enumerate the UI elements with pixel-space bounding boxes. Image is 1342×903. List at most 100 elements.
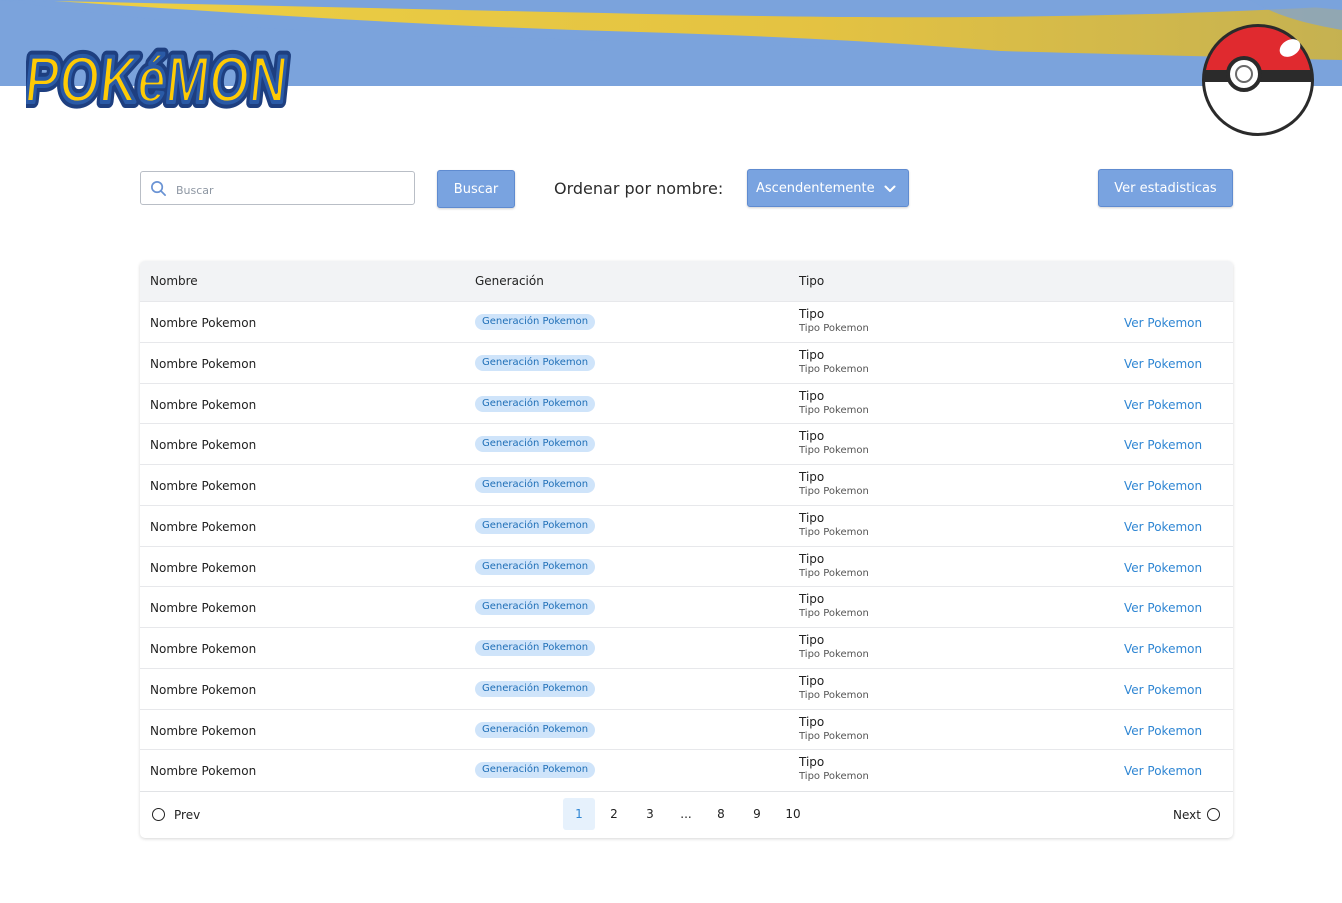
table-row: Nombre Pokemon Generación Pokemon Tipo Tipo… — [140, 504, 1233, 545]
next-radio-icon[interactable] — [1207, 808, 1220, 821]
pokemon-name: Nombre Pokemon — [150, 438, 257, 453]
generation-badge: Generación Pokemon — [475, 762, 596, 779]
type-value: Tipo Pokemon — [799, 363, 869, 375]
page-ellipsis: ... — [680, 807, 692, 821]
view-pokemon-link[interactable]: Ver Pokemon — [1124, 438, 1202, 452]
pokemon-name: Nombre Pokemon — [150, 316, 257, 330]
logo-text: POKéMON — [26, 43, 291, 117]
stats-button[interactable]: Ver estadisticas — [1098, 169, 1233, 207]
type-value: Tipo Pokemon — [799, 730, 869, 742]
table-header: Nombre Generación Tipo — [140, 261, 1233, 301]
view-pokemon-link[interactable]: Ver Pokemon — [1124, 357, 1202, 371]
pokemon-name: Nombre Pokemon — [150, 479, 257, 493]
pokemon-name: Nombre Pokemon — [150, 764, 257, 779]
pokemon-name: Nombre Pokemon — [150, 642, 257, 656]
pokemon-table: Nombre Generación Tipo Nombre Pokemon Gen… — [140, 261, 1233, 838]
view-pokemon-link[interactable]: Ver Pokemon — [1124, 479, 1202, 493]
pokemon-logo: POKéMON POKéMON — [15, 16, 306, 126]
column-header-type: Tipo — [799, 274, 825, 288]
view-pokemon-link[interactable]: Ver Pokemon — [1124, 561, 1202, 575]
next-button[interactable]: Next — [1173, 808, 1201, 822]
type-value: Tipo Pokemon — [799, 689, 869, 701]
search-field[interactable] — [140, 171, 415, 205]
view-pokemon-link[interactable]: Ver Pokemon — [1124, 520, 1202, 534]
page-button-8[interactable]: 8 — [705, 798, 737, 830]
pokemon-name: Nombre Pokemon — [150, 519, 257, 534]
type-value: Tipo Pokemon — [799, 445, 869, 457]
table-row: Nombre Pokemon Generación Pokemon Tipo Tipo… — [140, 545, 1233, 586]
pokemon-name: Nombre Pokemon — [150, 682, 257, 697]
pokemon-name: Nombre Pokemon — [150, 397, 257, 412]
view-pokemon-link[interactable]: Ver Pokemon — [1124, 724, 1202, 738]
type-value: Tipo Pokemon — [799, 608, 869, 620]
type-label: Tipo — [799, 307, 825, 321]
generation-badge: Generación Pokemon — [475, 436, 596, 453]
table-row: Nombre Pokemon Generación Pokemon Tipo Tipo… — [140, 382, 1233, 423]
table-row: Nombre Pokemon Generación Pokemon Tipo Tipo… — [140, 423, 1233, 463]
type-value: Tipo Pokemon — [799, 649, 869, 660]
column-header-generation: Generación — [475, 274, 544, 288]
type-value: Tipo Pokemon — [799, 404, 869, 416]
prev-radio-icon[interactable] — [152, 808, 165, 821]
sort-label: Ordenar por nombre: — [554, 179, 724, 198]
type-value: Tipo Pokemon — [799, 771, 869, 783]
toolbar: Buscar Ordenar por nombre: Ascendentemen… — [140, 169, 1233, 209]
generation-badge: Generación Pokemon — [475, 354, 596, 371]
type-label: Tipo — [799, 673, 825, 688]
column-header-name: Nombre — [150, 274, 198, 288]
view-pokemon-link[interactable]: Ver Pokemon — [1124, 316, 1202, 330]
view-pokemon-link[interactable]: Ver Pokemon — [1124, 642, 1202, 656]
pokemon-name: Nombre Pokemon — [150, 356, 257, 371]
prev-button[interactable]: Prev — [174, 808, 200, 822]
pokemon-name: Nombre Pokemon — [150, 601, 257, 616]
generation-badge: Generación Pokemon — [475, 314, 596, 330]
table-row: Nombre Pokemon Generación Pokemon Tipo Tipo… — [140, 341, 1233, 382]
sort-select[interactable]: Ascendentemente — [747, 169, 909, 207]
generation-badge: Generación Pokemon — [475, 517, 596, 534]
search-icon — [151, 181, 166, 196]
page-button-9[interactable]: 9 — [741, 798, 773, 830]
type-label: Tipo — [799, 510, 825, 525]
type-label: Tipo — [799, 551, 825, 566]
pokemon-name: Nombre Pokemon — [150, 560, 257, 575]
view-pokemon-link[interactable]: Ver Pokemon — [1124, 764, 1202, 778]
generation-badge: Generación Pokemon — [475, 395, 596, 412]
type-label: Tipo — [799, 347, 825, 362]
type-label: Tipo — [799, 429, 825, 444]
type-label: Tipo — [799, 755, 825, 770]
generation-badge: Generación Pokemon — [475, 599, 596, 616]
table-row: Nombre Pokemon Generación Pokemon Tipo Tipo… — [140, 464, 1233, 504]
generation-badge: Generación Pokemon — [475, 680, 596, 697]
page-button-3[interactable]: 3 — [634, 798, 666, 830]
sort-selected-value: Ascendentemente — [756, 180, 875, 196]
view-pokemon-link[interactable]: Ver Pokemon — [1124, 601, 1202, 615]
generation-badge: Generación Pokemon — [475, 558, 596, 575]
type-label: Tipo — [799, 470, 825, 484]
generation-badge: Generación Pokemon — [475, 477, 596, 493]
page-button-1[interactable]: 1 — [563, 798, 595, 830]
generation-badge: Generación Pokemon — [475, 640, 596, 656]
page-button-10[interactable]: 10 — [777, 798, 809, 830]
type-value: Tipo Pokemon — [799, 486, 869, 497]
pokemon-name: Nombre Pokemon — [150, 723, 257, 738]
page-button-2[interactable]: 2 — [598, 798, 630, 830]
view-pokemon-link[interactable]: Ver Pokemon — [1124, 683, 1202, 697]
type-value: Tipo Pokemon — [799, 526, 869, 538]
table-row: Nombre Pokemon Generación Pokemon Tipo Tipo… — [140, 667, 1233, 708]
generation-badge: Generación Pokemon — [475, 721, 596, 738]
type-label: Tipo — [799, 388, 825, 403]
type-label: Tipo — [799, 714, 825, 729]
table-row: Nombre Pokemon Generación Pokemon Tipo Tipo… — [140, 749, 1233, 789]
table-row: Nombre Pokemon Generación Pokemon Tipo Tipo… — [140, 301, 1233, 341]
pokeball-icon — [1202, 24, 1314, 136]
chevron-down-icon — [884, 185, 896, 192]
search-button[interactable]: Buscar — [437, 170, 515, 208]
table-row: Nombre Pokemon Generación Pokemon Tipo Tipo… — [140, 586, 1233, 626]
type-value: Tipo Pokemon — [799, 323, 869, 334]
view-pokemon-link[interactable]: Ver Pokemon — [1124, 398, 1202, 412]
search-input[interactable] — [174, 178, 408, 202]
table-row: Nombre Pokemon Generación Pokemon Tipo Tipo… — [140, 708, 1233, 749]
type-label: Tipo — [799, 592, 825, 607]
type-value: Tipo Pokemon — [799, 567, 869, 579]
table-row: Nombre Pokemon Generación Pokemon Tipo Tipo… — [140, 627, 1233, 667]
